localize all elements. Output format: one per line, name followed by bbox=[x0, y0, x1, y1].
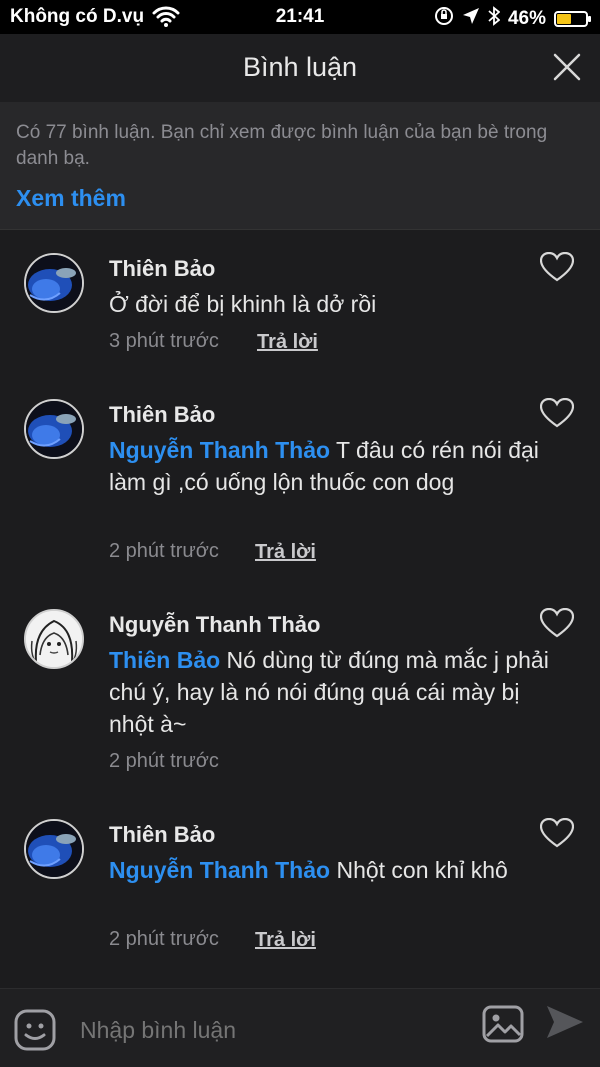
battery-level bbox=[557, 14, 571, 24]
comment-author[interactable]: Thiên Bảo bbox=[109, 822, 215, 848]
comment-text: Thiên Bảo Nó dùng từ đúng mà mắc j phải … bbox=[109, 644, 549, 740]
comment-item: Thiên Bảo Nguyễn Thanh Thảo Nhột con khỉ… bbox=[0, 796, 600, 988]
heart-icon[interactable] bbox=[539, 607, 576, 640]
comment-time: 2 phút trước bbox=[109, 540, 219, 562]
battery-icon bbox=[554, 11, 591, 27]
mention-link[interactable]: Nguyễn Thanh Thảo bbox=[109, 857, 330, 883]
heart-icon[interactable] bbox=[539, 397, 576, 430]
comment-item: Thiên Bảo Nguyễn Thanh Thảo T đâu có rén… bbox=[0, 376, 600, 586]
comment-input[interactable] bbox=[80, 1017, 460, 1044]
status-bar: Không có D.vụ 21:41 46% bbox=[0, 0, 600, 34]
heart-icon[interactable] bbox=[539, 817, 576, 850]
see-more-link[interactable]: Xem thêm bbox=[16, 185, 126, 212]
comment-time: 3 phút trước bbox=[109, 330, 219, 352]
comment-item: Thiên Bảo Ở đời để bị khinh là dở rồi 3 … bbox=[0, 230, 600, 376]
location-icon bbox=[462, 7, 480, 31]
battery-percent: 46% bbox=[507, 8, 546, 29]
comment-author[interactable]: Nguyễn Thanh Thảo bbox=[109, 612, 320, 638]
image-icon[interactable] bbox=[482, 1003, 524, 1045]
emoji-icon[interactable] bbox=[14, 1009, 56, 1051]
send-icon[interactable] bbox=[545, 1003, 585, 1041]
mention-link[interactable]: Nguyễn Thanh Thảo bbox=[109, 437, 330, 463]
bluetooth-icon bbox=[488, 6, 501, 32]
notice-text: Có 77 bình luận. Bạn chỉ xem được bình l… bbox=[16, 122, 548, 169]
reply-button[interactable]: Trả lời bbox=[255, 541, 316, 564]
comment-time: 2 phút trước bbox=[109, 928, 219, 950]
avatar[interactable] bbox=[24, 819, 84, 879]
comment-time: 2 phút trước bbox=[109, 750, 219, 772]
orientation-lock-icon bbox=[434, 6, 454, 32]
page-title: Bình luận bbox=[242, 52, 358, 82]
comment-text: Nguyễn Thanh Thảo T đâu có rén nói đại l… bbox=[109, 434, 549, 498]
avatar[interactable] bbox=[24, 253, 84, 313]
avatar[interactable] bbox=[24, 609, 84, 669]
reply-button[interactable]: Trả lời bbox=[255, 929, 316, 952]
heart-icon[interactable] bbox=[539, 251, 576, 284]
mention-link[interactable]: Thiên Bảo bbox=[109, 647, 220, 673]
comment-composer bbox=[0, 988, 600, 1067]
comment-author[interactable]: Thiên Bảo bbox=[109, 256, 215, 282]
comment-body: Ở đời để bị khinh là dở rồi bbox=[109, 291, 377, 317]
comment-author[interactable]: Thiên Bảo bbox=[109, 402, 215, 428]
avatar[interactable] bbox=[24, 399, 84, 459]
comment-list[interactable]: Thiên Bảo Ở đời để bị khinh là dở rồi 3 … bbox=[0, 230, 600, 988]
comment-text: Ở đời để bị khinh là dở rồi bbox=[109, 288, 549, 320]
header: Bình luận bbox=[0, 34, 600, 102]
reply-button[interactable]: Trả lời bbox=[257, 331, 318, 354]
comment-body: Nhột con khỉ khô bbox=[330, 857, 508, 883]
close-icon[interactable] bbox=[552, 52, 582, 82]
comment-text: Nguyễn Thanh Thảo Nhột con khỉ khô bbox=[109, 854, 549, 886]
comment-item: Nguyễn Thanh Thảo Thiên Bảo Nó dùng từ đ… bbox=[0, 586, 600, 796]
